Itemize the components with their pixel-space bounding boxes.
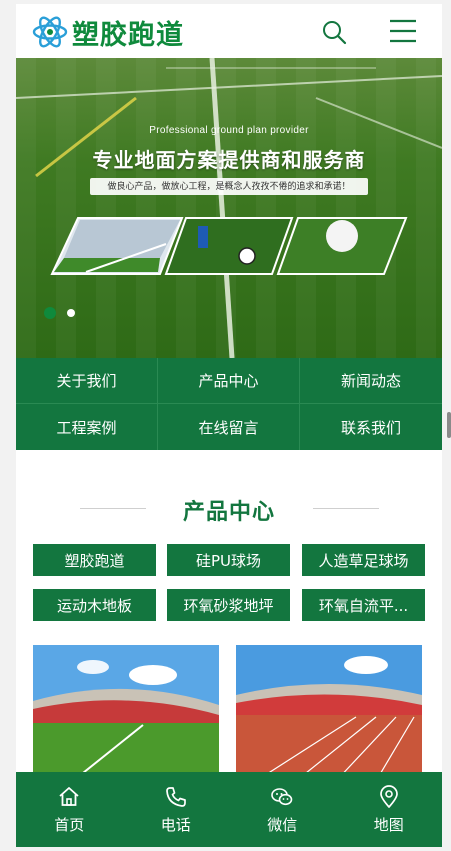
- category-tag[interactable]: 环氧自流平...: [302, 589, 425, 621]
- nav-cases[interactable]: 工程案例: [16, 404, 158, 450]
- search-icon: [323, 21, 347, 45]
- product-thumbnail[interactable]: [236, 645, 422, 781]
- banner-photo-2: [164, 217, 294, 275]
- bottom-nav-label: 地图: [373, 815, 404, 834]
- wechat-icon: [271, 787, 293, 805]
- banner-slogan: 做良心产品，做放心工程，是概念人孜孜不倦的追求和承诺！: [90, 178, 368, 195]
- carousel-dot[interactable]: [67, 309, 75, 317]
- page: 塑胶跑道 Professional ground plan provider 专…: [16, 4, 442, 847]
- bottom-nav-phone[interactable]: 电话: [123, 772, 230, 847]
- bottom-nav-map[interactable]: 地图: [336, 772, 443, 847]
- nav-message[interactable]: 在线留言: [158, 404, 300, 450]
- category-tag[interactable]: 环氧砂浆地坪: [167, 589, 290, 621]
- header: 塑胶跑道: [16, 4, 442, 58]
- search-button[interactable]: [320, 18, 348, 46]
- section-title: 产品中心: [182, 500, 275, 525]
- running-track-image: [236, 645, 422, 781]
- category-tag[interactable]: 运动木地板: [33, 589, 156, 621]
- side-scroll-handle[interactable]: [447, 412, 451, 438]
- logo-text: 塑胶跑道: [72, 19, 184, 51]
- phone-icon: [165, 786, 186, 807]
- atom-logo-icon: [32, 16, 68, 48]
- home-icon: [59, 786, 79, 806]
- nav-about[interactable]: 关于我们: [16, 358, 158, 404]
- hamburger-menu-icon: [390, 19, 416, 43]
- nav-contact[interactable]: 联系我们: [300, 404, 442, 450]
- nav-news[interactable]: 新闻动态: [300, 358, 442, 404]
- hero-banner[interactable]: Professional ground plan provider 专业地面方案…: [16, 58, 442, 358]
- bottom-nav-wechat[interactable]: 微信: [229, 772, 336, 847]
- banner-subtitle: Professional ground plan provider: [149, 125, 309, 136]
- nav-products[interactable]: 产品中心: [158, 358, 300, 404]
- category-tag[interactable]: 塑胶跑道: [33, 544, 156, 576]
- category-tag[interactable]: 人造草足球场: [302, 544, 425, 576]
- map-pin-icon: [379, 784, 398, 808]
- product-thumbnail[interactable]: [33, 645, 219, 781]
- bottom-nav-home[interactable]: 首页: [16, 772, 123, 847]
- bottom-nav-label: 微信: [267, 815, 298, 834]
- turf-field-image: [16, 58, 442, 358]
- bottom-nav-bar: 首页 电话 微信 地图: [16, 772, 442, 847]
- bottom-nav-label: 电话: [160, 815, 191, 834]
- bottom-nav-label: 首页: [54, 815, 85, 834]
- product-section-header: 产品中心: [16, 492, 442, 526]
- menu-button[interactable]: [388, 16, 418, 46]
- carousel-dot-active[interactable]: [44, 307, 56, 319]
- logo[interactable]: 塑胶跑道: [32, 14, 184, 51]
- category-tag[interactable]: 硅PU球场: [167, 544, 290, 576]
- banner-title: 专业地面方案提供商和服务商: [92, 150, 366, 172]
- divider-line: [313, 508, 379, 509]
- quick-nav-grid: 关于我们 产品中心 新闻动态 工程案例 在线留言 联系我们: [16, 358, 442, 450]
- stadium-turf-image: [33, 645, 219, 781]
- banner-photo-3: [276, 217, 408, 275]
